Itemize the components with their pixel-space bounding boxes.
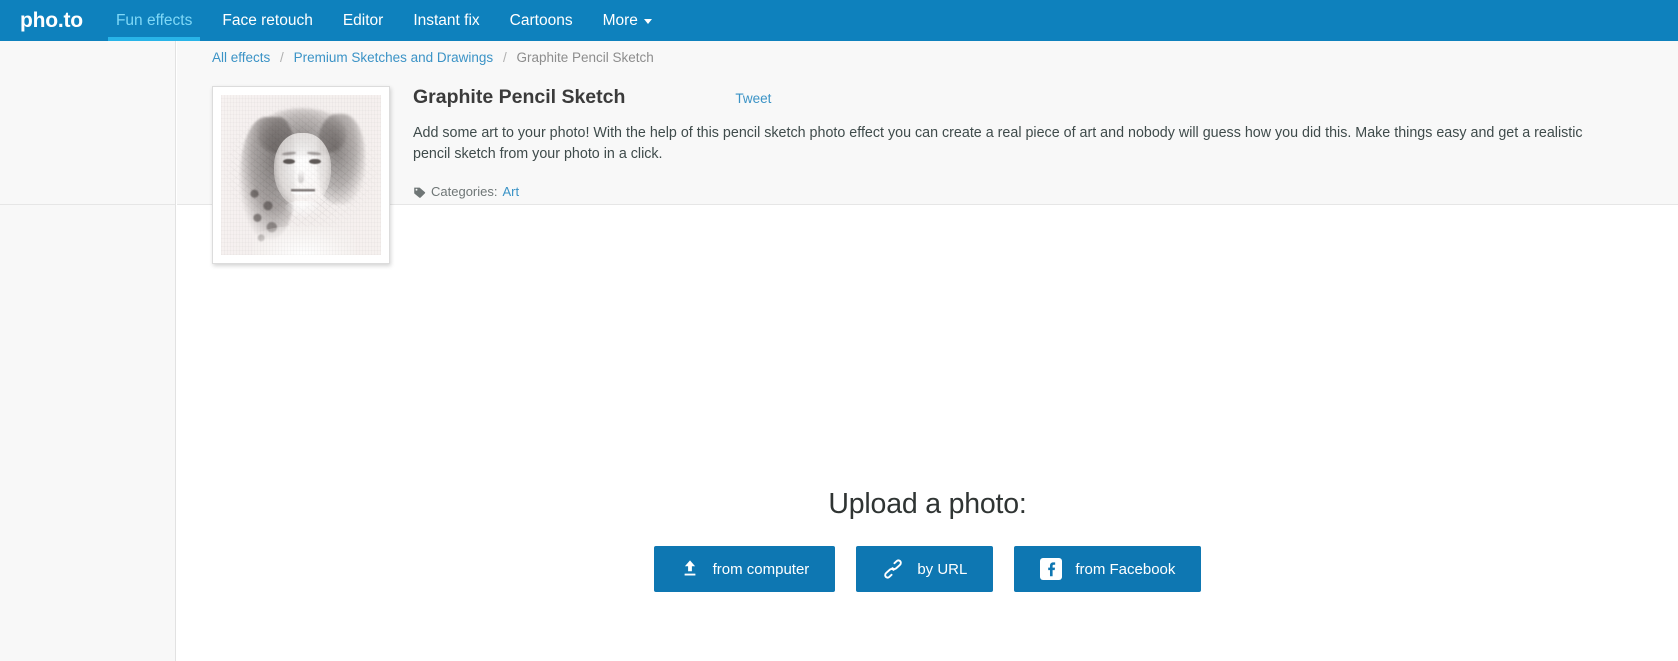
nav-item-label: Cartoons [509, 11, 573, 29]
page-title: Graphite Pencil Sketch [413, 86, 626, 108]
nav-item-cartoons[interactable]: Cartoons [495, 0, 588, 41]
category-link-art[interactable]: Art [502, 184, 519, 199]
upload-by-url-button[interactable]: by URL [856, 546, 994, 592]
effect-title-row: Graphite Pencil Sketch Tweet [413, 86, 1613, 109]
breadcrumb-separator: / [280, 50, 284, 65]
upload-button-label: from computer [712, 560, 810, 578]
effect-info-block: Graphite Pencil Sketch Tweet Add some ar… [413, 86, 1613, 199]
nav-item-label: Fun effects [115, 11, 193, 29]
nav-item-label: More [602, 11, 638, 29]
effect-header-panel: All effects / Premium Sketches and Drawi… [177, 41, 1678, 264]
nav-item-label: Editor [342, 11, 384, 29]
upload-section: Upload a photo: from computer by URL fro… [177, 205, 1678, 661]
upload-button-label: by URL [917, 560, 968, 578]
pencil-sketch-portrait-image [221, 95, 381, 255]
nav-item-instant-fix[interactable]: Instant fix [398, 0, 494, 41]
chevron-down-icon [643, 19, 652, 24]
upload-from-computer-button[interactable]: from computer [653, 546, 836, 592]
nav-item-label: Instant fix [413, 11, 480, 29]
breadcrumb-current: Graphite Pencil Sketch [516, 50, 654, 65]
left-gutter-panel [0, 41, 176, 661]
nav-item-face-retouch[interactable]: Face retouch [207, 0, 327, 41]
upload-section-title: Upload a photo: [828, 488, 1027, 520]
brand-logo[interactable]: pho.to [0, 0, 101, 41]
breadcrumb-link-category[interactable]: Premium Sketches and Drawings [294, 50, 494, 65]
sketch-grain-overlay [221, 95, 381, 255]
breadcrumb-separator: / [502, 50, 507, 65]
upload-arrow-icon [680, 559, 700, 579]
effect-description: Add some art to your photo! With the hel… [413, 125, 1583, 162]
breadcrumb-link-all-effects[interactable]: All effects [212, 50, 270, 65]
nav-item-editor[interactable]: Editor [328, 0, 399, 41]
upload-buttons-group: from computer by URL from Facebook [177, 546, 1678, 592]
nav-item-label: Face retouch [222, 11, 313, 29]
effect-categories-row: Categories: Art [413, 184, 1613, 199]
tag-icon [413, 186, 426, 199]
top-navigation-bar: pho.to Fun effects Face retouch Editor I… [0, 0, 1678, 41]
upload-button-label: from Facebook [1075, 560, 1176, 578]
page-content: All effects / Premium Sketches and Drawi… [177, 41, 1678, 661]
upload-from-facebook-button[interactable]: from Facebook [1014, 546, 1202, 592]
brand-logo-text: pho.to [20, 8, 83, 32]
nav-item-more[interactable]: More [588, 0, 667, 41]
breadcrumb: All effects / Premium Sketches and Drawi… [212, 50, 654, 65]
nav-item-fun-effects[interactable]: Fun effects [101, 0, 207, 41]
tweet-link[interactable]: Tweet [735, 91, 771, 106]
link-chain-icon [882, 559, 904, 579]
facebook-icon [1040, 558, 1063, 580]
effect-preview-thumbnail[interactable] [212, 86, 390, 264]
categories-label: Categories: [431, 184, 498, 200]
